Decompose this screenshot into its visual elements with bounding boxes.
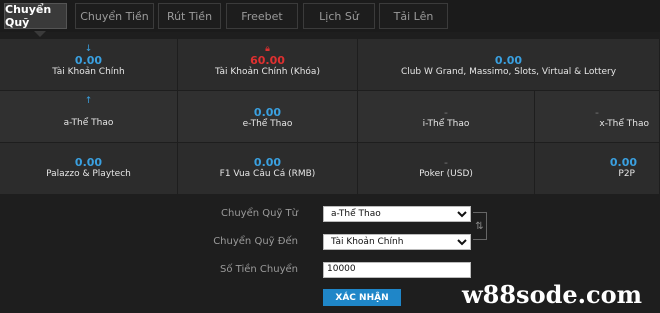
balance-value: 0.00: [74, 54, 103, 67]
tab-bar: Chuyển Quỹ Chuyển Tiền Rút Tiền Freebet …: [0, 0, 660, 37]
tab-rut-tien[interactable]: Rút Tiền: [158, 3, 221, 29]
balance-p2p[interactable]: 0.00 P2P: [535, 143, 660, 195]
balance-palazzo-playtech[interactable]: 0.00 Palazzo & Playtech: [0, 143, 178, 195]
balance-x-sports[interactable]: - x-Thể Thao: [535, 91, 660, 143]
balance-label: Poker (USD): [419, 169, 473, 179]
balance-e-sports[interactable]: 0.00 e-Thể Thao: [178, 91, 358, 143]
lock-icon: 🔒︎: [265, 44, 270, 54]
transfer-to-label: Chuyển Quỹ Đến: [213, 236, 298, 247]
arrow-down-icon: ↓: [84, 44, 93, 54]
balance-value: 0.00: [494, 54, 523, 67]
balance-label: i-Thể Thao: [422, 119, 470, 129]
balance-value: 60.00: [250, 54, 285, 67]
balance-value: -: [444, 156, 448, 169]
balance-value: 0.00: [609, 156, 637, 169]
balance-value: 0.00: [74, 156, 103, 169]
balance-i-sports[interactable]: - i-Thể Thao: [358, 91, 535, 143]
tab-freebet[interactable]: Freebet: [226, 3, 298, 29]
balance-label: x-Thể Thao: [599, 119, 649, 129]
watermark: w88sode.com: [462, 280, 642, 309]
balance-label: Tài Khoản Chính (Khóa): [215, 67, 320, 77]
balance-value: 0.00: [253, 106, 282, 119]
transfer-from-select[interactable]: a-Thể Thao: [323, 206, 471, 222]
balance-label: Palazzo & Playtech: [46, 169, 131, 179]
tab-chuyen-tien[interactable]: Chuyển Tiền: [75, 3, 154, 29]
balance-f1-fishing[interactable]: 0.00 F1 Vua Câu Cá (RMB): [178, 143, 358, 195]
balance-value: -: [595, 106, 599, 119]
swap-accounts-icon[interactable]: ⇅: [473, 212, 487, 240]
balance-value: -: [444, 106, 448, 119]
confirm-button[interactable]: XÁC NHẬN: [323, 289, 401, 306]
transfer-amount-label: Số Tiền Chuyển: [220, 264, 298, 275]
balance-label: e-Thể Thao: [242, 119, 293, 129]
tab-tai-len[interactable]: Tải Lên: [379, 3, 448, 29]
balance-label: P2P: [618, 169, 635, 179]
transfer-amount-input[interactable]: 10000: [323, 262, 471, 278]
balance-label: Club W Grand, Massimo, Slots, Virtual & …: [400, 67, 617, 77]
balance-a-sports[interactable]: ↑ a-Thể Thao: [0, 91, 178, 143]
tab-chuyen-quy[interactable]: Chuyển Quỹ: [4, 3, 67, 29]
arrow-up-icon: ↑: [84, 96, 93, 106]
balance-label: Tài Khoản Chính: [52, 67, 125, 77]
balance-label: a-Thể Thao: [63, 118, 114, 128]
balance-value: 0.00: [253, 156, 282, 169]
balance-label: F1 Vua Câu Cá (RMB): [219, 169, 316, 179]
transfer-to-select[interactable]: Tài Khoản Chính: [323, 234, 471, 250]
transfer-from-label: Chuyển Quỹ Từ: [221, 208, 298, 219]
tab-lich-su[interactable]: Lịch Sử: [303, 3, 375, 29]
balance-main-account: ↓ 0.00 Tài Khoản Chính: [0, 39, 178, 91]
active-tab-caret: [34, 31, 46, 37]
balance-club-w: 0.00 Club W Grand, Massimo, Slots, Virtu…: [358, 39, 660, 91]
balance-poker[interactable]: - Poker (USD): [358, 143, 535, 195]
balance-main-locked: 🔒︎ 60.00 Tài Khoản Chính (Khóa): [178, 39, 358, 91]
